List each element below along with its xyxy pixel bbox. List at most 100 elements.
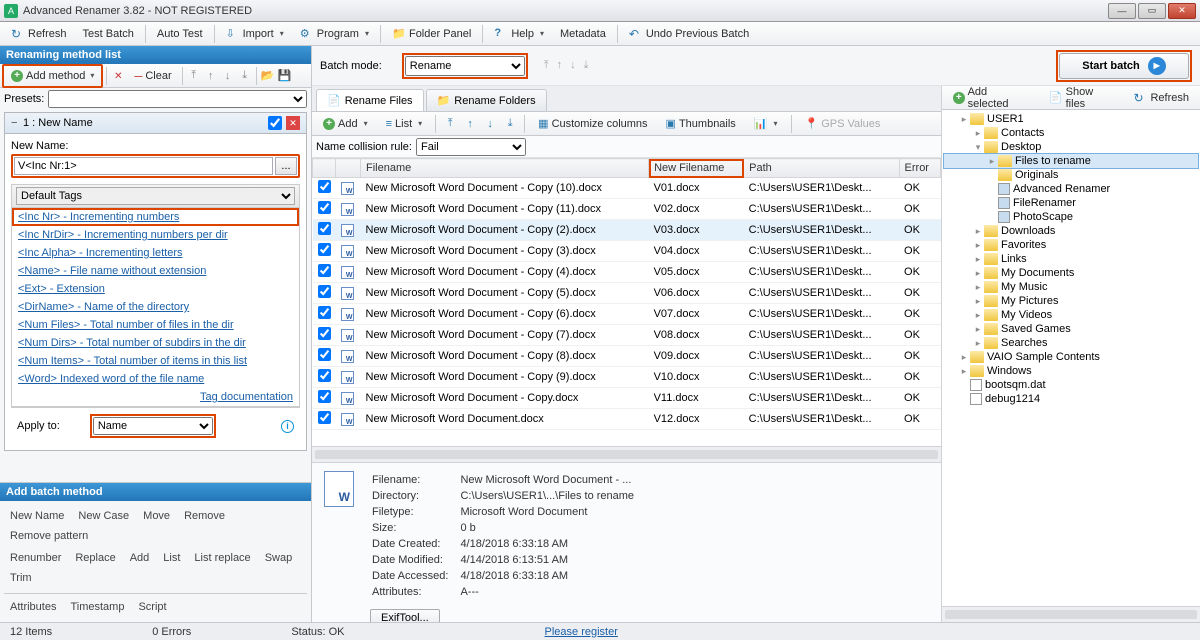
- table-row[interactable]: New Microsoft Word Document - Copy (10).…: [313, 178, 941, 199]
- tree-item[interactable]: Advanced Renamer: [944, 182, 1198, 196]
- collapse-icon[interactable]: −: [11, 117, 23, 129]
- table-row[interactable]: New Microsoft Word Document - Copy (7).d…: [313, 325, 941, 346]
- batch-method-link[interactable]: Move: [137, 507, 176, 525]
- table-row[interactable]: New Microsoft Word Document - Copy (6).d…: [313, 304, 941, 325]
- row-checkbox[interactable]: [318, 306, 331, 319]
- tag-item[interactable]: <Num Files> - Total number of files in t…: [12, 316, 299, 334]
- tag-category-select[interactable]: Default Tags: [16, 187, 295, 205]
- sort-up-icon[interactable]: ↑: [557, 59, 563, 72]
- tree-expand-icon[interactable]: ▸: [972, 254, 984, 265]
- tag-item[interactable]: <DirName> - Name of the directory: [12, 298, 299, 316]
- mv-bottom-icon[interactable]: ⤓: [502, 115, 518, 133]
- chart-dropdown[interactable]: 📊: [747, 114, 785, 134]
- register-link[interactable]: Please register: [545, 626, 618, 638]
- table-row[interactable]: New Microsoft Word Document - Copy (11).…: [313, 199, 941, 220]
- batch-mode-select[interactable]: Rename: [405, 56, 525, 76]
- batch-method-link[interactable]: New Name: [4, 507, 70, 525]
- tag-picker-button[interactable]: ...: [275, 157, 297, 175]
- customize-columns-button[interactable]: ▦Customize columns: [531, 114, 654, 134]
- tree-expand-icon[interactable]: ▸: [958, 352, 970, 363]
- tree-item[interactable]: ▸Downloads: [944, 224, 1198, 238]
- tag-item[interactable]: <Word> Indexed word of the file name: [12, 370, 299, 388]
- tree-item[interactable]: ▸USER1: [944, 112, 1198, 126]
- col-new-filename[interactable]: New Filename: [649, 159, 744, 178]
- tag-item[interactable]: <Name> - File name without extension: [12, 262, 299, 280]
- batch-method-link[interactable]: Remove pattern: [4, 527, 94, 545]
- sort-top-icon[interactable]: ⤒: [544, 59, 549, 72]
- tree-item[interactable]: ▸Saved Games: [944, 322, 1198, 336]
- table-row[interactable]: New Microsoft Word Document - Copy (4).d…: [313, 262, 941, 283]
- info-icon[interactable]: i: [281, 420, 294, 433]
- table-row[interactable]: New Microsoft Word Document - Copy (3).d…: [313, 241, 941, 262]
- import-dropdown[interactable]: Import: [219, 24, 291, 44]
- tree-item[interactable]: ▸Links: [944, 252, 1198, 266]
- gps-values-button[interactable]: 📍GPS Values: [798, 114, 888, 134]
- batch-method-link[interactable]: Attributes: [4, 598, 62, 616]
- minimize-button[interactable]: —: [1108, 3, 1136, 19]
- tree-item[interactable]: ▸Contacts: [944, 126, 1198, 140]
- row-checkbox[interactable]: [318, 390, 331, 403]
- table-row[interactable]: New Microsoft Word Document - Copy (2).d…: [313, 220, 941, 241]
- tree-refresh-button[interactable]: Refresh: [1126, 88, 1196, 108]
- table-row[interactable]: New Microsoft Word Document - Copy.docxV…: [313, 388, 941, 409]
- tree-item[interactable]: ▸Files to rename: [944, 154, 1198, 168]
- add-files-dropdown[interactable]: +Add: [316, 114, 375, 134]
- presets-select[interactable]: [48, 90, 307, 108]
- tree-item[interactable]: ▾Desktop: [944, 140, 1198, 154]
- tree-item[interactable]: ▸Windows: [944, 364, 1198, 378]
- row-checkbox[interactable]: [318, 222, 331, 235]
- collision-select[interactable]: Fail: [416, 138, 526, 156]
- tree-item[interactable]: ▸My Documents: [944, 266, 1198, 280]
- open-icon[interactable]: 📂: [260, 67, 276, 85]
- program-dropdown[interactable]: Program: [293, 24, 376, 44]
- col-error[interactable]: Error: [899, 159, 940, 178]
- folder-tree[interactable]: ▸USER1▸Contacts▾Desktop▸Files to renameO…: [942, 110, 1200, 606]
- move-top-icon[interactable]: ⤒: [186, 67, 202, 85]
- batch-method-link[interactable]: New Case: [72, 507, 135, 525]
- row-checkbox[interactable]: [318, 348, 331, 361]
- file-grid[interactable]: Filename New Filename Path Error New Mic…: [312, 158, 941, 446]
- batch-method-link[interactable]: Trim: [4, 569, 38, 587]
- batch-method-link[interactable]: Remove: [178, 507, 231, 525]
- row-checkbox[interactable]: [318, 369, 331, 382]
- row-checkbox[interactable]: [318, 264, 331, 277]
- test-batch-button[interactable]: Test Batch: [76, 24, 141, 44]
- maximize-button[interactable]: ▭: [1138, 3, 1166, 19]
- table-row[interactable]: New Microsoft Word Document.docxV12.docx…: [313, 409, 941, 430]
- tag-item[interactable]: <Num Dirs> - Total number of subdirs in …: [12, 334, 299, 352]
- list-dropdown[interactable]: ≡List: [379, 114, 430, 134]
- show-files-button[interactable]: 📄Show files: [1042, 88, 1121, 108]
- row-checkbox[interactable]: [318, 201, 331, 214]
- save-icon[interactable]: 💾: [277, 67, 293, 85]
- sort-down-icon[interactable]: ↓: [570, 59, 576, 72]
- tag-item[interactable]: <Ext> - Extension: [12, 280, 299, 298]
- tree-item[interactable]: ▸My Pictures: [944, 294, 1198, 308]
- tree-item[interactable]: FileRenamer: [944, 196, 1198, 210]
- batch-method-link[interactable]: List: [157, 549, 186, 567]
- apply-to-select[interactable]: Name: [93, 417, 213, 435]
- new-name-input[interactable]: [14, 157, 273, 175]
- row-checkbox[interactable]: [318, 327, 331, 340]
- sort-bottom-icon[interactable]: ⤓: [584, 59, 589, 72]
- row-checkbox[interactable]: [318, 285, 331, 298]
- tree-expand-icon[interactable]: ▸: [972, 324, 984, 335]
- delete-icon[interactable]: [110, 67, 126, 85]
- batch-method-link[interactable]: Swap: [259, 549, 299, 567]
- tree-item[interactable]: Originals: [944, 168, 1198, 182]
- batch-method-link[interactable]: Replace: [69, 549, 121, 567]
- folder-panel-button[interactable]: Folder Panel: [385, 24, 478, 44]
- col-filename[interactable]: Filename: [361, 159, 649, 178]
- tree-expand-icon[interactable]: ▸: [972, 338, 984, 349]
- start-batch-button[interactable]: Start batch ▶: [1059, 53, 1189, 79]
- table-row[interactable]: New Microsoft Word Document - Copy (8).d…: [313, 346, 941, 367]
- tree-item[interactable]: ▸Favorites: [944, 238, 1198, 252]
- tree-expand-icon[interactable]: ▾: [972, 142, 984, 153]
- tree-item[interactable]: ▸Searches: [944, 336, 1198, 350]
- tree-expand-icon[interactable]: ▸: [972, 128, 984, 139]
- tree-expand-icon[interactable]: ▸: [972, 226, 984, 237]
- tab-rename-folders[interactable]: 📁Rename Folders: [426, 89, 547, 111]
- tree-item[interactable]: ▸VAIO Sample Contents: [944, 350, 1198, 364]
- horizontal-scrollbar[interactable]: [312, 446, 941, 462]
- clear-button[interactable]: Clear: [127, 66, 178, 86]
- move-up-icon[interactable]: ↑: [203, 67, 219, 85]
